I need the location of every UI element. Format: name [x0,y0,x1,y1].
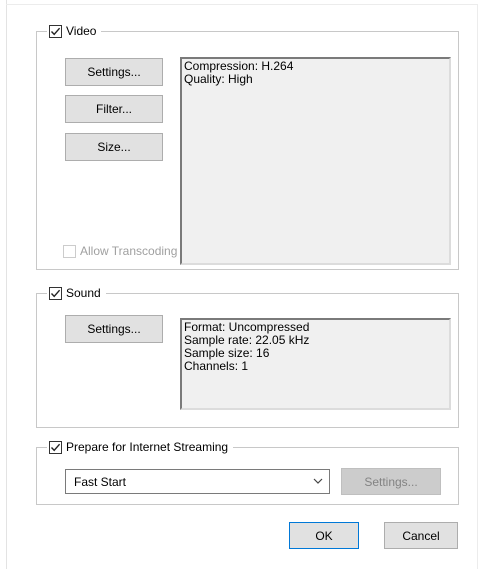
export-settings-dialog: Video Settings... Filter... Size... Comp… [0,0,478,569]
streaming-settings-button[interactable]: Settings... [341,468,441,495]
video-settings-button[interactable]: Settings... [65,58,163,86]
video-checkbox-label: Video [66,24,97,38]
video-group: Video Settings... Filter... Size... Comp… [36,23,459,270]
sound-group: Sound Settings... Format: Uncompressed S… [36,285,459,428]
allow-transcoding-label: Allow Transcoding [80,244,178,258]
streaming-mode-value: Fast Start [74,474,127,489]
sound-info-panel: Format: Uncompressed Sample rate: 22.05 … [180,318,451,410]
streaming-group-legend[interactable]: Prepare for Internet Streaming [47,439,234,455]
sound-info-channels: Channels: 1 [184,359,249,373]
video-group-legend[interactable]: Video [47,23,102,39]
video-size-button[interactable]: Size... [65,133,163,161]
sound-group-legend[interactable]: Sound [47,285,106,301]
video-filter-button[interactable]: Filter... [65,95,163,123]
dialog-left-edge [6,0,7,569]
sound-checkbox-label: Sound [66,286,101,300]
allow-transcoding-checkbox[interactable] [63,244,76,258]
sound-checkbox[interactable] [49,286,62,300]
dialog-top-edge [6,4,478,5]
streaming-mode-dropdown[interactable]: Fast Start [65,469,330,494]
video-info-panel: Compression: H.264 Quality: High [180,57,451,265]
video-info-quality: Quality: High [184,72,253,86]
streaming-checkbox-label: Prepare for Internet Streaming [66,440,229,454]
checkmark-icon [50,289,61,297]
cancel-button[interactable]: Cancel [384,522,458,549]
streaming-group: Prepare for Internet Streaming Fast Star… [36,439,459,505]
chevron-down-icon [313,478,323,484]
video-checkbox[interactable] [49,24,62,38]
sound-settings-button[interactable]: Settings... [65,315,163,343]
ok-button[interactable]: OK [289,522,359,549]
allow-transcoding-option[interactable]: Allow Transcoding [63,244,177,258]
checkmark-icon [50,443,61,451]
streaming-checkbox[interactable] [49,440,62,454]
checkmark-icon [50,27,61,35]
